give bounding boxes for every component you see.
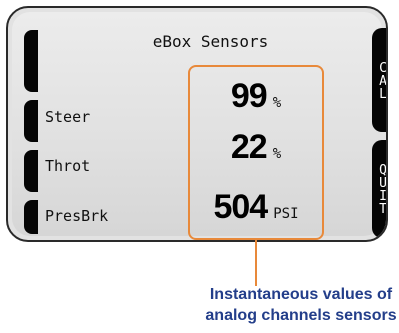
- quit-softkey-label: QUIT: [375, 163, 388, 215]
- cal-softkey-button[interactable]: CAL: [372, 28, 388, 132]
- sensor-unit-presbrk: PSI: [273, 206, 299, 222]
- sensor-label-steer: Steer: [45, 108, 91, 126]
- sensor-label-throt: Throt: [45, 157, 91, 175]
- sensor-unit-throt: %: [272, 146, 282, 162]
- sensor-value-row-presbrk: 504 PSI: [190, 188, 322, 227]
- annotation-caption: Instantaneous values of analog channels …: [196, 284, 399, 326]
- sensor-values-highlight: 99 % 22 % 504 PSI: [188, 65, 324, 240]
- sensor-value-presbrk: 504: [213, 188, 268, 226]
- quit-softkey-button[interactable]: QUIT: [372, 140, 388, 238]
- left-softkey-tab-1[interactable]: [24, 30, 38, 92]
- cal-softkey-label: CAL: [375, 60, 388, 100]
- screen-title: eBox Sensors: [152, 32, 269, 51]
- sensor-value-throt: 22: [230, 128, 268, 166]
- annotation-caption-line-2: analog channels sensors: [205, 307, 397, 324]
- annotation-connector-line: [255, 240, 257, 286]
- sensor-value-row-throt: 22 %: [190, 128, 322, 167]
- left-softkey-tab-3[interactable]: [24, 150, 38, 192]
- sensor-unit-steer: %: [272, 95, 282, 111]
- left-softkey-tab-2[interactable]: [24, 100, 38, 142]
- sensor-value-row-steer: 99 %: [190, 77, 322, 116]
- sensor-value-steer: 99: [230, 77, 268, 115]
- sensor-label-presbrk: PresBrk: [45, 207, 109, 225]
- left-softkey-tab-4[interactable]: [24, 200, 38, 234]
- annotation-caption-line-1: Instantaneous values of: [209, 286, 393, 303]
